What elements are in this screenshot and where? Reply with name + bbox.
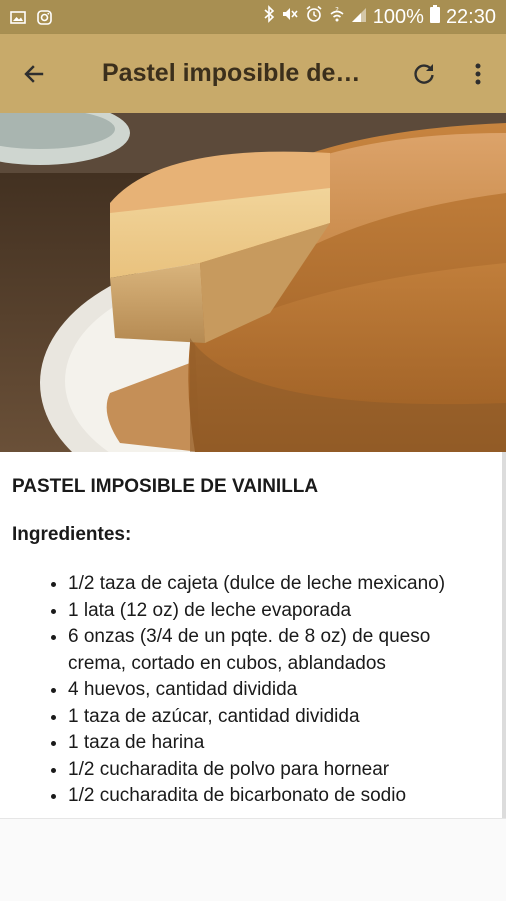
more-options-button[interactable]	[458, 54, 498, 94]
image-icon	[10, 10, 26, 24]
wifi-icon: ?	[329, 5, 345, 29]
back-arrow-icon	[24, 64, 44, 83]
back-button[interactable]	[14, 54, 54, 94]
battery-icon	[429, 5, 440, 29]
page-title: Pastel imposible de…	[102, 59, 361, 87]
signal-icon	[351, 6, 367, 29]
status-bar: ? 100% 22:30	[0, 0, 506, 34]
svg-text:?: ?	[335, 6, 339, 14]
app-bar: Pastel imposible de…	[0, 34, 506, 113]
list-item: 1/2 cucharadita de bicarbonato de sodio	[68, 783, 492, 810]
list-item: 1/2 cucharadita de polvo para hornear	[68, 757, 492, 784]
list-item: 1/2 taza de cajeta (dulce de leche mexic…	[68, 571, 492, 598]
refresh-icon	[414, 63, 434, 84]
instagram-icon	[36, 9, 52, 25]
recipe-title: PASTEL IMPOSIBLE DE VAINILLA	[12, 476, 319, 497]
ingredients-list: 1/2 taza de cajeta (dulce de leche mexic…	[0, 571, 492, 810]
ingredients-heading: Ingredientes:	[12, 524, 132, 545]
mute-icon	[281, 5, 299, 29]
list-item: 4 huevos, cantidad dividida	[68, 677, 492, 704]
recipe-content[interactable]: PASTEL IMPOSIBLE DE VAINILLA Ingrediente…	[0, 452, 502, 818]
list-item: 1 lata (12 oz) de leche evaporada	[68, 598, 492, 625]
list-item: 1 taza de azúcar, cantidad dividida	[68, 704, 492, 731]
refresh-button[interactable]	[404, 54, 444, 94]
clock-time: 22:30	[445, 5, 496, 28]
alarm-icon	[305, 5, 323, 29]
scrollbar[interactable]	[502, 452, 506, 818]
list-item: 1 taza de harina	[68, 730, 492, 757]
bluetooth-icon	[263, 5, 275, 29]
battery-percent: 100%	[372, 5, 424, 28]
more-vert-icon	[475, 63, 481, 84]
bottom-blank-area	[0, 818, 506, 901]
list-item: 6 onzas (3/4 de un pqte. de 8 oz) de que…	[68, 624, 492, 677]
recipe-hero-image	[0, 113, 506, 452]
